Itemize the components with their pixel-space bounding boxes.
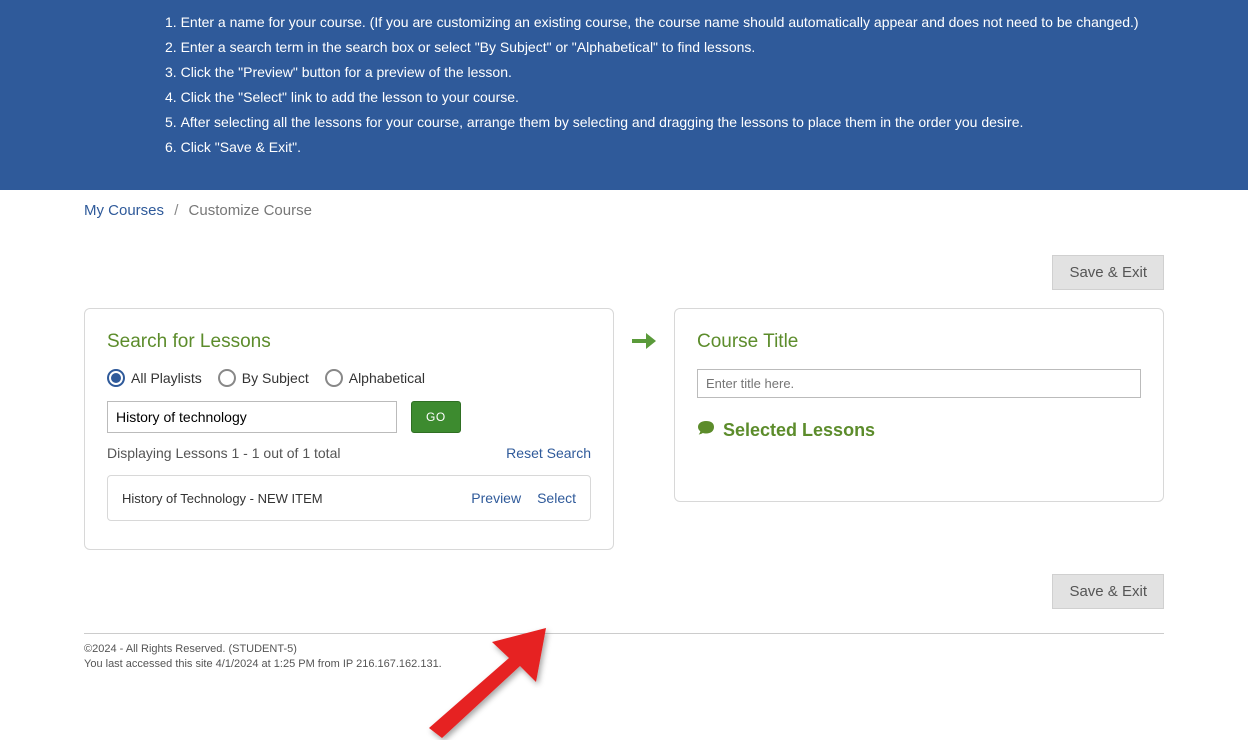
course-title-heading: Course Title: [697, 331, 1141, 353]
breadcrumb-current: Customize Course: [189, 202, 312, 219]
search-input[interactable]: [107, 401, 397, 433]
breadcrumb: My Courses / Customize Course: [84, 190, 1164, 231]
instructions-banner: Enter a name for your course. (If you ar…: [0, 0, 1248, 190]
lesson-result-card: History of Technology - NEW ITEM Preview…: [107, 475, 591, 521]
instruction-item: Click "Save & Exit".: [165, 135, 1248, 160]
radio-all-playlists[interactable]: All Playlists: [107, 369, 202, 387]
instruction-item: After selecting all the lessons for your…: [165, 110, 1248, 135]
search-lessons-panel: Search for Lessons All Playlists By Subj…: [84, 308, 614, 550]
radio-icon: [325, 369, 343, 387]
radio-alphabetical[interactable]: Alphabetical: [325, 369, 425, 387]
course-title-panel: Course Title Selected Lessons: [674, 308, 1164, 502]
preview-link[interactable]: Preview: [471, 490, 521, 506]
radio-by-subject[interactable]: By Subject: [218, 369, 309, 387]
instruction-item: Click the "Select" link to add the lesso…: [165, 85, 1248, 110]
select-link[interactable]: Select: [537, 490, 576, 506]
course-title-input[interactable]: [697, 369, 1141, 398]
instruction-item: Enter a name for your course. (If you ar…: [165, 10, 1248, 35]
footer-copyright: ©2024 - All Rights Reserved. (STUDENT-5): [84, 642, 1164, 657]
breadcrumb-separator: /: [174, 202, 178, 219]
radio-label: All Playlists: [131, 370, 202, 386]
instruction-item: Click the "Preview" button for a preview…: [165, 60, 1248, 85]
radio-icon: [218, 369, 236, 387]
footer: ©2024 - All Rights Reserved. (STUDENT-5)…: [84, 633, 1164, 673]
radio-label: Alphabetical: [349, 370, 425, 386]
lesson-title: History of Technology - NEW ITEM: [122, 491, 323, 506]
radio-icon: [107, 369, 125, 387]
radio-label: By Subject: [242, 370, 309, 386]
breadcrumb-link-mycourses[interactable]: My Courses: [84, 202, 164, 219]
filter-radio-group: All Playlists By Subject Alphabetical: [107, 369, 591, 387]
go-button[interactable]: GO: [411, 401, 461, 433]
selected-lessons-heading: Selected Lessons: [697, 420, 1141, 441]
footer-last-access: You last accessed this site 4/1/2024 at …: [84, 657, 1164, 672]
instruction-item: Enter a search term in the search box or…: [165, 35, 1248, 60]
search-panel-title: Search for Lessons: [107, 331, 591, 353]
save-exit-button-top[interactable]: Save & Exit: [1052, 255, 1164, 290]
save-exit-button-bottom[interactable]: Save & Exit: [1052, 574, 1164, 609]
arrow-right-icon: [614, 308, 674, 356]
selected-lessons-label: Selected Lessons: [723, 420, 875, 441]
results-status: Displaying Lessons 1 - 1 out of 1 total: [107, 445, 340, 461]
chat-icon: [697, 420, 715, 441]
reset-search-link[interactable]: Reset Search: [506, 445, 591, 461]
